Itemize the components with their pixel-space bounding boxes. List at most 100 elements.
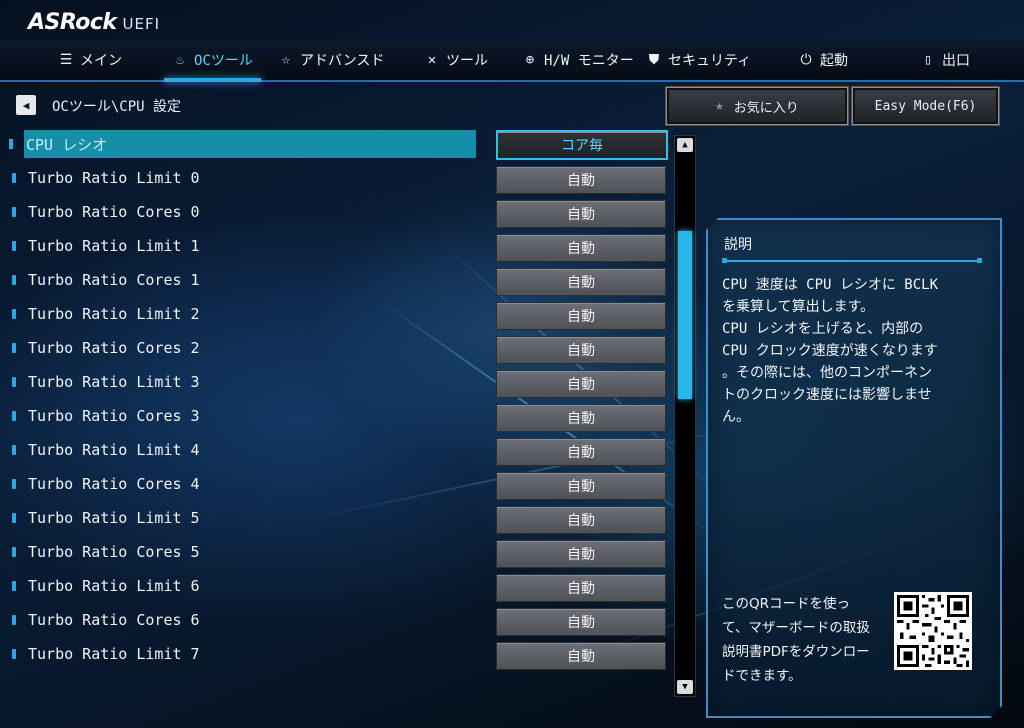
setting-value-button[interactable]: 自動 (496, 268, 666, 296)
setting-row[interactable]: Turbo Ratio Cores 3 (8, 402, 478, 430)
nav-tab-label: 起動 (820, 53, 848, 69)
triangle-up-icon: ▲ (682, 140, 688, 150)
description-panel: 説明 CPU 速度は CPU レシオに BCLK を乗算して算出します。 CPU… (706, 218, 1002, 718)
row-marker (12, 649, 16, 659)
setting-label: Turbo Ratio Cores 6 (28, 611, 200, 629)
description-line: CPU レシオを上げると、内部の (722, 321, 924, 337)
setting-label: Turbo Ratio Limit 1 (28, 237, 200, 255)
scrollbar[interactable]: ▲ ▼ (674, 135, 696, 697)
nav-tab-hw-monitor[interactable]: ⊕ H/W モニター (522, 40, 634, 80)
row-marker (12, 513, 16, 523)
brand-name: ASRock (28, 10, 117, 35)
setting-row[interactable]: Turbo Ratio Cores 2 (8, 334, 478, 362)
tools-icon: ✕ (427, 52, 437, 68)
nav-tab-exit[interactable]: ▯ 出口 (920, 40, 970, 80)
setting-row[interactable]: Turbo Ratio Limit 6 (8, 572, 478, 600)
setting-label: Turbo Ratio Limit 3 (28, 373, 200, 391)
setting-row[interactable]: Turbo Ratio Limit 3 (8, 368, 478, 396)
setting-value-button[interactable]: 自動 (496, 574, 666, 602)
setting-row[interactable]: Turbo Ratio Limit 2 (8, 300, 478, 328)
brand-suffix: UEFI (122, 15, 161, 33)
setting-label: Turbo Ratio Limit 2 (28, 305, 200, 323)
main-nav-bar: ☰ メイン ♨ OCツール ☆ アドバンスド ✕ ツール ⊕ H/W モニター … (0, 40, 1024, 82)
setting-row[interactable]: Turbo Ratio Limit 5 (8, 504, 478, 532)
setting-row[interactable]: Turbo Ratio Cores 0 (8, 198, 478, 226)
back-arrow-icon: ◀ (22, 98, 30, 112)
nav-tab-tools[interactable]: ✕ ツール (424, 40, 488, 80)
nav-tab-security[interactable]: ⛊ セキュリティ (646, 40, 751, 80)
setting-value-button[interactable]: 自動 (496, 336, 666, 364)
setting-value-button[interactable]: 自動 (496, 370, 666, 398)
scroll-down-button[interactable]: ▼ (677, 680, 693, 694)
star-icon: ☆ (281, 52, 291, 68)
nav-tab-label: ツール (446, 53, 488, 69)
row-marker (12, 275, 16, 285)
scroll-thumb[interactable] (678, 231, 692, 399)
setting-row-cpu-ratio[interactable]: CPU レシオ (24, 130, 476, 158)
setting-row[interactable]: Turbo Ratio Cores 1 (8, 266, 478, 294)
setting-label: Turbo Ratio Limit 7 (28, 645, 200, 663)
setting-label: Turbo Ratio Cores 4 (28, 475, 200, 493)
setting-value-button[interactable]: 自動 (496, 166, 666, 194)
setting-value-button[interactable]: 自動 (496, 234, 666, 262)
nav-tab-main[interactable]: ☰ メイン (58, 40, 122, 80)
nav-tab-label: メイン (80, 53, 122, 69)
setting-value-button[interactable]: 自動 (496, 506, 666, 534)
setting-label: Turbo Ratio Limit 4 (28, 441, 200, 459)
description-divider (722, 260, 982, 262)
setting-value-button[interactable]: 自動 (496, 608, 666, 636)
description-line: CPU クロック速度が速くなります (722, 343, 938, 359)
setting-label: Turbo Ratio Cores 2 (28, 339, 200, 357)
setting-label: Turbo Ratio Cores 1 (28, 271, 200, 289)
setting-row[interactable]: Turbo Ratio Cores 6 (8, 606, 478, 634)
favorites-label: お気に入り (733, 100, 799, 116)
row-marker (12, 173, 16, 183)
setting-label: Turbo Ratio Limit 5 (28, 509, 200, 527)
description-title: 説明 (724, 237, 752, 253)
setting-label: Turbo Ratio Limit 0 (28, 169, 200, 187)
nav-tab-advanced[interactable]: ☆ アドバンスド (278, 40, 385, 80)
setting-value-cpu-ratio[interactable]: コア毎 (496, 130, 668, 160)
setting-row[interactable]: Turbo Ratio Limit 1 (8, 232, 478, 260)
row-marker (12, 309, 16, 319)
description-line: 。その際には、他のコンポーネン (722, 365, 932, 381)
flame-icon: ♨ (175, 52, 185, 68)
setting-row[interactable]: Turbo Ratio Limit 4 (8, 436, 478, 464)
setting-value-button[interactable]: 自動 (496, 302, 666, 330)
easy-mode-label: Easy Mode(F6) (874, 98, 977, 114)
row-marker (12, 581, 16, 591)
setting-value-button[interactable]: 自動 (496, 472, 666, 500)
setting-row[interactable]: Turbo Ratio Limit 0 (8, 164, 478, 192)
description-line: CPU 速度は CPU レシオに BCLK (722, 277, 939, 293)
qr-code-icon (894, 592, 972, 670)
row-marker (12, 241, 16, 251)
setting-label: Turbo Ratio Cores 5 (28, 543, 200, 561)
setting-row[interactable]: Turbo Ratio Cores 5 (8, 538, 478, 566)
breadcrumb: OCツール\CPU 設定 (52, 99, 182, 115)
setting-label: CPU レシオ (26, 135, 108, 154)
favorites-button[interactable]: ★ お気に入り (666, 87, 848, 125)
setting-label: Turbo Ratio Cores 0 (28, 203, 200, 221)
power-icon: ⏻ (800, 52, 812, 68)
setting-value-button[interactable]: 自動 (496, 438, 666, 466)
setting-value-button[interactable]: 自動 (496, 540, 666, 568)
setting-label: Turbo Ratio Cores 3 (28, 407, 200, 425)
row-marker (12, 343, 16, 353)
setting-row[interactable]: Turbo Ratio Limit 7 (8, 640, 478, 668)
setting-value-button[interactable]: 自動 (496, 404, 666, 432)
nav-tab-boot[interactable]: ⏻ 起動 (798, 40, 848, 80)
back-button[interactable]: ◀ (16, 95, 36, 115)
star-icon: ★ (715, 98, 724, 114)
setting-row[interactable]: Turbo Ratio Cores 4 (8, 470, 478, 498)
row-marker (12, 445, 16, 455)
description-line: トのクロック速度には影響しませ (722, 387, 932, 403)
easy-mode-button[interactable]: Easy Mode(F6) (852, 87, 999, 125)
row-marker (12, 479, 16, 489)
nav-tab-oc-tools[interactable]: ♨ OCツール (164, 40, 261, 82)
setting-value-button[interactable]: 自動 (496, 200, 666, 228)
row-marker (12, 411, 16, 421)
shield-icon: ⛊ (648, 52, 660, 68)
row-marker (12, 207, 16, 217)
setting-value-button[interactable]: 自動 (496, 642, 666, 670)
scroll-up-button[interactable]: ▲ (677, 138, 693, 152)
